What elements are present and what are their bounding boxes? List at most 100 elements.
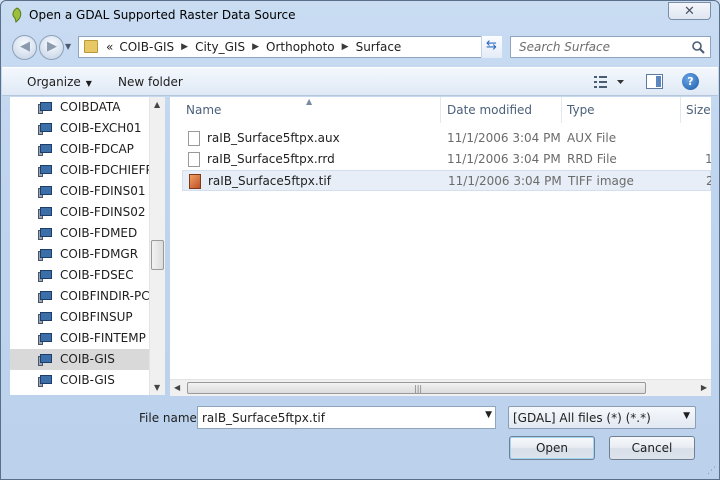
file-name-value: raIB_Surface5ftpx.tif bbox=[202, 411, 325, 425]
refresh-icon: ⇆ bbox=[486, 38, 497, 53]
change-view-icon[interactable] bbox=[593, 74, 625, 90]
nav-item-coib-fdins01[interactable]: COIB-FDINS01 bbox=[10, 181, 149, 202]
chevron-down-icon: ▼ bbox=[683, 411, 690, 421]
grip-icon: ||| bbox=[414, 384, 423, 393]
close-icon: ✕ bbox=[684, 4, 695, 19]
file-name: raIB_Surface5ftpx.aux bbox=[207, 131, 340, 145]
search-placeholder: Search Surface bbox=[519, 40, 611, 54]
file-row[interactable]: raIB_Surface5ftpx.rrd 11/1/2006 3:04 PM … bbox=[182, 149, 711, 170]
nav-item-coib-gis[interactable]: COIB-GIS bbox=[10, 370, 149, 391]
nav-item-coib-fdchiefpc[interactable]: COIB-FDCHIEFPC bbox=[10, 160, 161, 181]
organize-label: Organize bbox=[27, 75, 81, 89]
back-button[interactable]: ◀ bbox=[12, 35, 37, 60]
computer-icon bbox=[38, 123, 53, 135]
scroll-down-icon[interactable]: ▼ bbox=[154, 383, 160, 392]
file-row[interactable]: raIB_Surface5ftpx.aux 11/1/2006 3:04 PM … bbox=[182, 128, 711, 149]
chevron-right-icon[interactable]: ▶ bbox=[338, 40, 353, 54]
breadcrumb: « COIB-GIS ▶ City_GIS ▶ Orthophoto ▶ Sur… bbox=[103, 40, 404, 54]
recent-locations-dropdown-icon[interactable]: ▼ bbox=[65, 42, 71, 51]
title-bar: Open a GDAL Supported Raster Data Source… bbox=[1, 1, 719, 29]
breadcrumb-surface[interactable]: Surface bbox=[353, 40, 405, 54]
file-row-selected[interactable]: raIB_Surface5ftpx.tif 11/1/2006 3:04 PM … bbox=[182, 170, 711, 191]
file-type: TIFF image bbox=[568, 174, 634, 188]
breadcrumb-city-gis[interactable]: City_GIS bbox=[192, 40, 248, 54]
file-name: raIB_Surface5ftpx.rrd bbox=[207, 152, 335, 166]
help-icon[interactable]: ? bbox=[682, 73, 699, 90]
computer-icon bbox=[38, 270, 53, 282]
nav-item-coib-fdmed[interactable]: COIB-FDMED bbox=[10, 223, 149, 244]
command-bar: Organize ▼ New folder ? bbox=[2, 67, 718, 96]
nav-item-coib-gis-selected[interactable]: COIB-GIS bbox=[10, 349, 149, 370]
resize-grip-icon[interactable]: ⋰ bbox=[707, 466, 716, 476]
file-size: 23 bbox=[706, 174, 711, 188]
file-type-filter-value: [GDAL] All files (*) (*.*) bbox=[513, 411, 651, 425]
scroll-up-icon[interactable]: ▲ bbox=[154, 100, 160, 109]
file-list: ▲ Name Date modified Type Size raIB_Surf… bbox=[170, 97, 711, 395]
back-arrow-icon: ◀ bbox=[20, 39, 30, 54]
column-header-type[interactable]: Type bbox=[562, 97, 680, 123]
computer-icon bbox=[38, 186, 53, 198]
scroll-left-icon[interactable]: ◀ bbox=[174, 383, 180, 392]
file-name-label: File name: bbox=[139, 411, 201, 425]
computer-icon bbox=[38, 333, 53, 345]
nav-item-coibfinsup[interactable]: COIBFINSUP bbox=[10, 307, 149, 328]
file-list-horizontal-scrollbar[interactable]: ◀ ||| ▶ bbox=[170, 379, 711, 396]
file-type: AUX File bbox=[567, 131, 617, 145]
computer-icon bbox=[38, 312, 53, 324]
search-input[interactable]: Search Surface bbox=[510, 36, 711, 58]
organize-button[interactable]: Organize ▼ bbox=[27, 75, 92, 89]
nav-item-coib-exch01[interactable]: COIB-EXCH01 bbox=[10, 118, 149, 139]
column-header-date-modified[interactable]: Date modified bbox=[441, 97, 561, 123]
navigation-pane: COIBDATA COIB-EXCH01 COIB-FDCAP COIB-FDC… bbox=[10, 97, 165, 395]
chevron-down-icon: ▼ bbox=[85, 79, 92, 88]
file-type-filter-select[interactable]: [GDAL] All files (*) (*.*) ▼ bbox=[508, 406, 696, 429]
refresh-button[interactable]: ⇆ bbox=[481, 36, 502, 58]
forward-button[interactable]: ▶ bbox=[39, 35, 64, 60]
scroll-right-icon[interactable]: ▶ bbox=[701, 383, 707, 392]
nav-item-coibdata[interactable]: COIBDATA bbox=[10, 97, 149, 118]
breadcrumb-orthophoto[interactable]: Orthophoto bbox=[263, 40, 338, 54]
close-button[interactable]: ✕ bbox=[668, 2, 711, 20]
chevron-right-icon[interactable]: ▶ bbox=[177, 40, 192, 54]
computer-icon bbox=[38, 144, 53, 156]
column-header-size[interactable]: Size bbox=[681, 97, 711, 123]
image-icon bbox=[189, 174, 201, 189]
nav-item-coib-fdins02[interactable]: COIB-FDINS02 bbox=[10, 202, 149, 223]
column-header-name[interactable]: Name bbox=[170, 97, 440, 123]
nav-item-coibfindir-pc[interactable]: COIBFINDIR-PC bbox=[10, 286, 150, 307]
file-date: 11/1/2006 3:04 PM bbox=[448, 174, 562, 188]
file-type: RRD File bbox=[567, 152, 617, 166]
file-name-field[interactable]: raIB_Surface5ftpx.tif ▼ bbox=[197, 406, 496, 429]
document-icon bbox=[188, 131, 200, 146]
nav-item-coib-fdsec[interactable]: COIB-FDSEC bbox=[10, 265, 149, 286]
address-bar[interactable]: « COIB-GIS ▶ City_GIS ▶ Orthophoto ▶ Sur… bbox=[78, 36, 502, 58]
nav-item-coib-fintemp[interactable]: COIB-FINTEMP bbox=[10, 328, 149, 349]
breadcrumb-overflow[interactable]: « bbox=[103, 40, 116, 54]
computer-icon bbox=[38, 249, 53, 261]
computer-icon bbox=[38, 375, 53, 387]
search-icon[interactable] bbox=[691, 40, 705, 54]
file-date: 11/1/2006 3:04 PM bbox=[447, 131, 561, 145]
breadcrumb-coib-gis[interactable]: COIB-GIS bbox=[116, 40, 177, 54]
nav-item-coib-fdmgr[interactable]: COIB-FDMGR bbox=[10, 244, 149, 265]
cancel-button[interactable]: Cancel bbox=[609, 436, 695, 460]
new-folder-button[interactable]: New folder bbox=[118, 75, 183, 89]
document-icon bbox=[188, 152, 200, 167]
folder-icon bbox=[84, 40, 98, 53]
chevron-right-icon[interactable]: ▶ bbox=[248, 40, 263, 54]
scrollbar-thumb[interactable] bbox=[151, 240, 164, 270]
scrollbar-thumb[interactable]: ||| bbox=[187, 382, 646, 394]
nav-item-coib-fdcap[interactable]: COIB-FDCAP bbox=[10, 139, 149, 160]
computer-icon bbox=[38, 354, 53, 366]
forward-arrow-icon: ▶ bbox=[47, 39, 57, 54]
file-name: raIB_Surface5ftpx.tif bbox=[208, 174, 331, 188]
computer-icon bbox=[38, 291, 53, 303]
computer-icon bbox=[38, 228, 53, 240]
file-size: 1 bbox=[705, 152, 711, 166]
chevron-down-icon[interactable]: ▼ bbox=[485, 410, 492, 420]
computer-icon bbox=[38, 102, 53, 114]
open-button[interactable]: Open bbox=[509, 436, 595, 460]
navigation-scrollbar[interactable]: ▲ ▼ bbox=[149, 97, 165, 395]
window-title: Open a GDAL Supported Raster Data Source bbox=[29, 8, 296, 22]
preview-pane-icon[interactable] bbox=[646, 74, 663, 89]
